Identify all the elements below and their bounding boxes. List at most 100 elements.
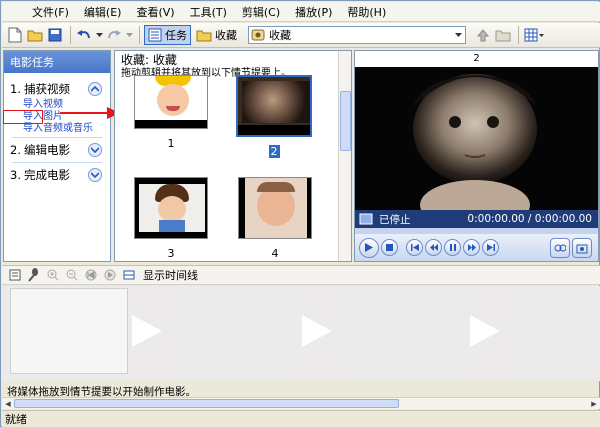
clip-thumbnail-selected[interactable]: 2 — [236, 75, 312, 158]
storyboard-scrollbar[interactable]: ◀ ▶ — [2, 397, 600, 409]
transition-arrow — [470, 315, 500, 347]
view-thumbnails-icon[interactable] — [523, 26, 545, 44]
scroll-right-icon[interactable]: ▶ — [588, 398, 600, 409]
clip-caption: 3 — [167, 247, 175, 260]
collection-scrollbar[interactable] — [338, 51, 351, 261]
fast-forward-button[interactable] — [463, 239, 480, 256]
status-text: 就绪 — [5, 413, 27, 426]
clip-caption: 1 — [167, 137, 175, 150]
redo-dropdown-icon[interactable] — [125, 26, 133, 44]
toolbar-separator — [70, 26, 71, 44]
storyboard-slot[interactable] — [348, 288, 466, 374]
clip-image — [236, 75, 312, 137]
task-section-label: 捕获视频 — [24, 82, 70, 96]
take-picture-button[interactable] — [572, 237, 592, 258]
task-section-capture[interactable]: 1. 捕获视频 — [4, 79, 110, 99]
stop-button[interactable] — [381, 239, 398, 256]
new-project-icon[interactable] — [6, 26, 24, 44]
tasks-button[interactable]: 任务 — [144, 25, 191, 45]
undo-dropdown-icon[interactable] — [95, 26, 103, 44]
storyboard-slot[interactable] — [178, 288, 296, 374]
pause-button[interactable] — [444, 239, 461, 256]
storyboard — [2, 286, 600, 381]
rewind-storyboard-icon[interactable] — [84, 268, 98, 282]
transition-arrow — [302, 315, 332, 347]
scrollbar-thumb[interactable] — [14, 399, 399, 408]
import-audio-link[interactable]: 导入音频或音乐 — [4, 123, 110, 135]
menu-play[interactable]: 播放(P) — [295, 4, 332, 20]
rewind-button[interactable] — [425, 239, 442, 256]
tasks-label: 任务 — [165, 29, 187, 42]
show-timeline-label[interactable]: 显示时间线 — [143, 267, 198, 283]
collection-icon — [251, 29, 265, 41]
clip-caption: 2 — [268, 145, 280, 158]
next-frame-button[interactable] — [482, 239, 499, 256]
narrate-icon[interactable] — [8, 268, 22, 282]
task-section-number: 3. — [10, 168, 21, 182]
import-pictures-link[interactable]: 导入图片 — [3, 110, 63, 124]
toolbar: 任务 收藏 收藏 — [2, 23, 600, 48]
menu-tools[interactable]: 工具(T) — [190, 4, 227, 20]
task-section-label: 完成电影 — [24, 168, 70, 182]
film-icon — [359, 213, 373, 225]
menu-view[interactable]: 查看(V) — [136, 4, 174, 20]
preview-screen — [355, 67, 598, 210]
annotation-arrow — [60, 107, 120, 119]
split-clip-button[interactable] — [550, 237, 570, 258]
menu-clip[interactable]: 剪辑(C) — [242, 4, 280, 20]
microphone-icon[interactable] — [27, 268, 41, 282]
zoom-in-icon[interactable] — [46, 268, 60, 282]
redo-icon[interactable] — [105, 26, 123, 44]
preview-monitor: 2 已停止 0:00:00.00 / 0:00:00.00 — [354, 50, 599, 262]
chevron-down-icon[interactable] — [88, 143, 102, 157]
movie-tasks-pane: 电影任务 1. 捕获视频 导入视频 导入图片 导入音频或音乐 2. 编辑电影 3… — [3, 50, 111, 262]
transition-arrow — [132, 315, 162, 347]
menu-file[interactable]: 文件(F) — [32, 4, 69, 20]
play-storyboard-icon[interactable] — [103, 268, 117, 282]
divider — [12, 162, 102, 163]
storyboard-slot[interactable] — [516, 288, 596, 374]
task-section-finish[interactable]: 3. 完成电影 — [4, 165, 110, 185]
up-level-icon[interactable] — [474, 26, 492, 44]
new-collection-icon[interactable] — [494, 26, 512, 44]
task-section-edit[interactable]: 2. 编辑电影 — [4, 140, 110, 160]
task-section-number: 2. — [10, 143, 21, 157]
collection-combo-value: 收藏 — [269, 29, 291, 42]
scrollbar-thumb[interactable] — [340, 91, 351, 151]
tasks-icon — [148, 28, 162, 42]
zoom-out-icon[interactable] — [65, 268, 79, 282]
scroll-left-icon[interactable]: ◀ — [2, 398, 14, 409]
timeline-view-icon[interactable] — [122, 268, 136, 282]
preview-image — [355, 67, 598, 210]
monitor-title: 2 — [355, 51, 598, 67]
save-icon[interactable] — [46, 26, 64, 44]
undo-icon[interactable] — [75, 26, 93, 44]
task-section-number: 1. — [10, 82, 21, 96]
monitor-status-bar: 已停止 0:00:00.00 / 0:00:00.00 — [355, 210, 598, 228]
clip-thumbnail[interactable]: 4 — [238, 177, 312, 260]
collection-combo[interactable]: 收藏 — [248, 26, 466, 44]
menu-help[interactable]: 帮助(H) — [347, 4, 386, 20]
play-button[interactable] — [359, 237, 379, 258]
clip-image — [134, 177, 208, 239]
clip-thumbnail[interactable]: 1 — [134, 75, 208, 150]
collections-folder-icon — [196, 30, 212, 42]
toolbar-separator — [139, 26, 140, 44]
menu-edit[interactable]: 编辑(E) — [84, 4, 122, 20]
clip-image — [134, 75, 208, 129]
clip-caption: 4 — [271, 247, 279, 260]
menu-bar: 文件(F) 编辑(E) 查看(V) 工具(T) 剪辑(C) 播放(P) 帮助(H… — [2, 2, 600, 22]
previous-frame-button[interactable] — [406, 239, 423, 256]
collections-label: 收藏 — [215, 29, 237, 42]
storyboard-slot[interactable] — [10, 288, 128, 374]
open-project-icon[interactable] — [26, 26, 44, 44]
movie-tasks-header: 电影任务 — [4, 51, 110, 73]
collections-button[interactable]: 收藏 — [193, 25, 240, 45]
chevron-down-icon[interactable] — [451, 27, 465, 43]
movie-maker-window: 文件(F) 编辑(E) 查看(V) 工具(T) 剪辑(C) 播放(P) 帮助(H… — [0, 0, 600, 427]
clip-thumbnail[interactable]: 3 — [134, 177, 208, 260]
chevron-up-icon[interactable] — [88, 82, 102, 96]
toolbar-separator — [518, 26, 519, 44]
storyboard-toolbar: 显示时间线 — [2, 265, 600, 285]
chevron-down-icon[interactable] — [88, 168, 102, 182]
